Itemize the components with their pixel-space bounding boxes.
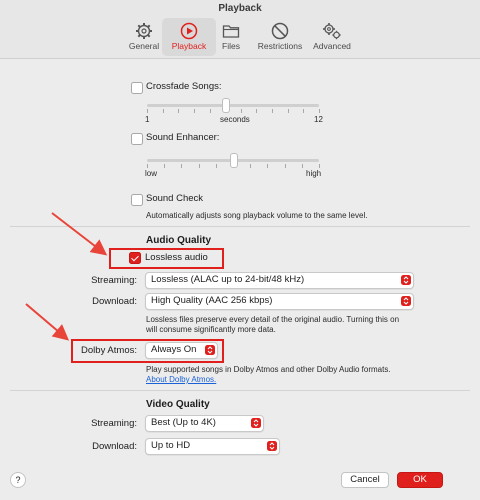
arrow-to-lossless <box>51 212 108 256</box>
annotation-arrows <box>25 212 108 341</box>
arrow-to-dolby-atmos <box>25 303 70 341</box>
